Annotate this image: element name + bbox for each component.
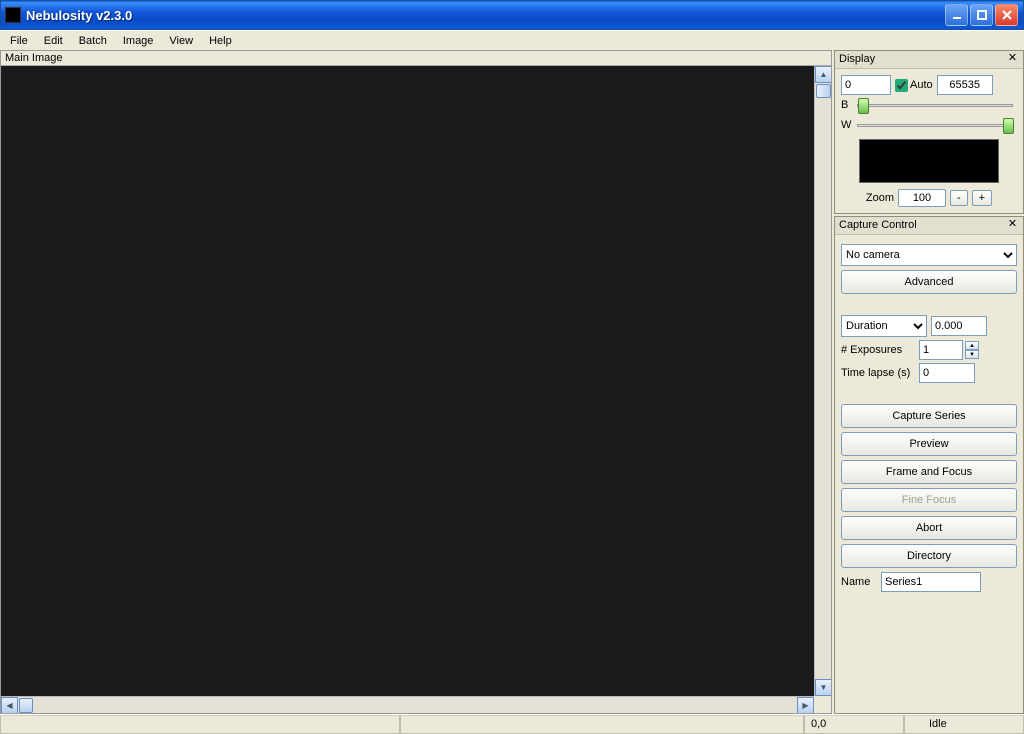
duration-input[interactable] — [931, 316, 987, 336]
scroll-thumb-horizontal[interactable] — [19, 698, 33, 713]
menu-file[interactable]: File — [2, 33, 36, 49]
status-coords: 0,0 — [804, 715, 904, 734]
menu-help[interactable]: Help — [201, 33, 240, 49]
b-slider[interactable] — [857, 104, 1013, 107]
menu-batch[interactable]: Batch — [71, 33, 115, 49]
zoom-out-button[interactable]: - — [950, 190, 968, 206]
zoom-in-button[interactable]: + — [972, 190, 992, 206]
exposures-down-icon[interactable]: ▼ — [965, 350, 979, 359]
black-level-input[interactable] — [841, 75, 891, 95]
camera-select[interactable]: No camera — [841, 244, 1017, 266]
frame-focus-button[interactable]: Frame and Focus — [841, 460, 1017, 484]
abort-button[interactable]: Abort — [841, 516, 1017, 540]
app-icon — [5, 7, 21, 23]
b-slider-label: B — [841, 99, 853, 111]
scroll-up-icon[interactable]: ▲ — [815, 66, 831, 83]
capture-panel-close-icon[interactable]: ✕ — [1006, 219, 1019, 232]
menu-bar: File Edit Batch Image View Help — [0, 30, 1024, 50]
status-bar: 0,0 Idle — [0, 714, 1024, 734]
name-input[interactable] — [881, 572, 981, 592]
w-slider-label: W — [841, 119, 853, 131]
exposures-label: # Exposures — [841, 344, 915, 356]
main-image-header: Main Image — [1, 51, 831, 66]
menu-image[interactable]: Image — [115, 33, 162, 49]
status-state: Idle — [904, 715, 1024, 734]
directory-button[interactable]: Directory — [841, 544, 1017, 568]
window-buttons — [945, 4, 1018, 26]
horizontal-scrollbar[interactable]: ◀ ▶ — [1, 696, 814, 713]
w-slider-thumb[interactable] — [1003, 118, 1014, 134]
timelapse-label: Time lapse (s) — [841, 367, 915, 379]
advanced-button[interactable]: Advanced — [841, 270, 1017, 294]
status-cell-1 — [0, 715, 400, 734]
image-canvas[interactable] — [1, 66, 814, 696]
menu-view[interactable]: View — [161, 33, 201, 49]
main-image-pane: Main Image ▲ ▼ ◀ ▶ — [0, 50, 832, 714]
w-slider[interactable] — [857, 124, 1013, 127]
duration-select[interactable]: Duration — [841, 315, 927, 337]
fine-focus-button[interactable]: Fine Focus — [841, 488, 1017, 512]
exposures-input[interactable] — [919, 340, 963, 360]
scroll-thumb-vertical[interactable] — [816, 84, 831, 98]
maximize-button[interactable] — [970, 4, 993, 26]
display-panel: Display ✕ Auto B — [834, 50, 1024, 214]
capture-control-panel: Capture Control ✕ No camera Advanced Dur… — [834, 216, 1024, 714]
close-button[interactable] — [995, 4, 1018, 26]
scroll-down-icon[interactable]: ▼ — [815, 679, 831, 696]
b-slider-thumb[interactable] — [858, 98, 869, 114]
display-panel-close-icon[interactable]: ✕ — [1006, 53, 1019, 66]
scroll-left-icon[interactable]: ◀ — [1, 697, 18, 713]
histogram — [859, 139, 999, 183]
name-label: Name — [841, 576, 877, 588]
zoom-label: Zoom — [866, 192, 894, 204]
auto-checkbox[interactable] — [895, 79, 908, 92]
display-panel-title: Display — [839, 53, 1006, 66]
zoom-value[interactable] — [898, 189, 946, 207]
scroll-right-icon[interactable]: ▶ — [797, 697, 814, 713]
exposures-up-icon[interactable]: ▲ — [965, 341, 979, 350]
menu-edit[interactable]: Edit — [36, 33, 71, 49]
timelapse-input[interactable] — [919, 363, 975, 383]
capture-panel-title: Capture Control — [839, 219, 1006, 232]
minimize-button[interactable] — [945, 4, 968, 26]
vertical-scrollbar[interactable]: ▲ ▼ — [814, 66, 831, 696]
auto-label: Auto — [910, 79, 933, 91]
white-level-input[interactable] — [937, 75, 993, 95]
preview-button[interactable]: Preview — [841, 432, 1017, 456]
title-bar: Nebulosity v2.3.0 — [0, 0, 1024, 30]
capture-series-button[interactable]: Capture Series — [841, 404, 1017, 428]
status-cell-2 — [400, 715, 804, 734]
window-title: Nebulosity v2.3.0 — [26, 8, 945, 23]
